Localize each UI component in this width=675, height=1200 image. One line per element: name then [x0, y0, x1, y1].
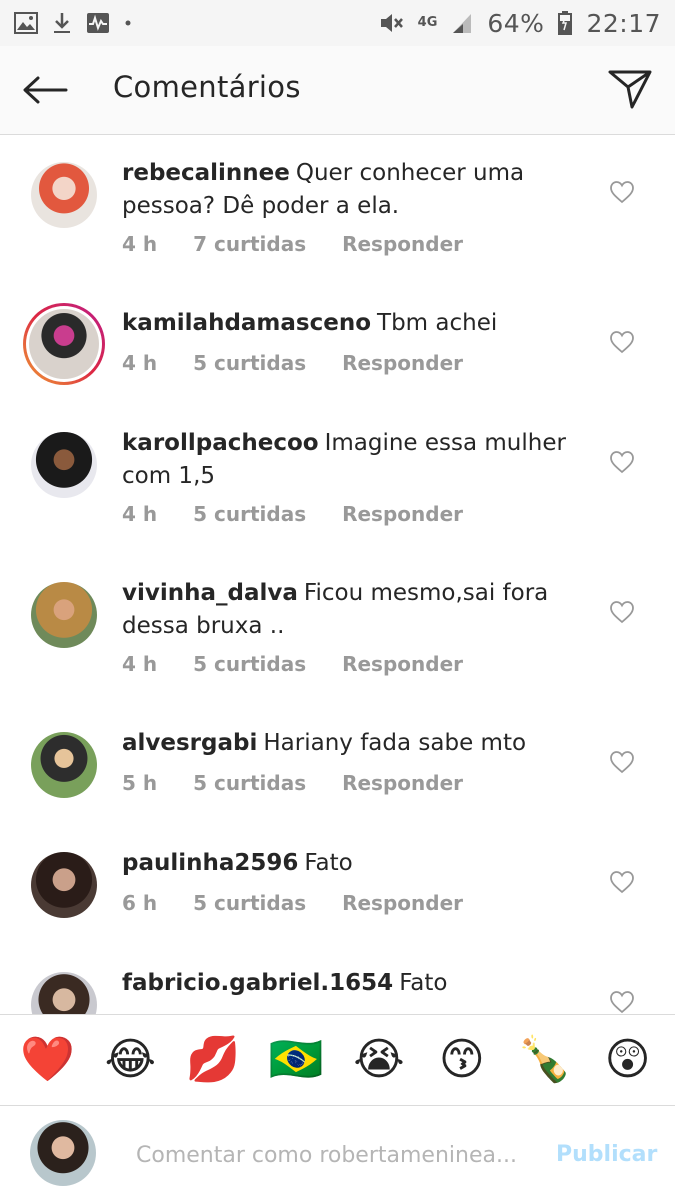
avatar[interactable] — [23, 303, 105, 385]
avatar[interactable] — [31, 852, 97, 918]
comment-time: 4 h — [122, 232, 158, 256]
avatar[interactable] — [31, 162, 97, 228]
comment-likes[interactable]: 5 curtidas — [193, 652, 306, 676]
reply-button[interactable]: Responder — [342, 891, 463, 915]
comments-list[interactable]: rebecalinnee Quer conhecer uma pessoa? Dê… — [0, 135, 675, 1015]
comment-likes[interactable]: 5 curtidas — [193, 502, 306, 526]
comment-time: 4 h — [122, 502, 158, 526]
network-type: 4G — [417, 15, 438, 30]
emoji-kiss-mark[interactable]: 💋 — [183, 1035, 243, 1085]
reply-button[interactable]: Responder — [342, 652, 463, 676]
comment-username[interactable]: alvesrgabi — [122, 730, 257, 756]
mute-icon — [378, 11, 404, 35]
comment-message: Tbm achei — [377, 310, 498, 336]
comment-message: Fato — [304, 850, 353, 876]
comment-meta: 4 h 7 curtidas Responder — [122, 232, 463, 256]
emoji-heart[interactable]: ❤️ — [17, 1035, 77, 1085]
comment-text: vivinha_dalva Ficou mesmo,sai fora dessa … — [122, 577, 592, 643]
comment-username[interactable]: rebecalinnee — [122, 160, 290, 186]
heart-icon[interactable] — [609, 450, 635, 474]
comment-input[interactable] — [134, 1134, 538, 1176]
back-button[interactable] — [20, 68, 70, 112]
comment-username[interactable]: karollpachecoo — [122, 430, 319, 456]
emoji-champagne[interactable]: 🍾 — [515, 1035, 575, 1085]
heart-icon[interactable] — [609, 600, 635, 624]
comment-text: karollpachecoo Imagine essa mulher com 1,… — [122, 427, 592, 493]
avatar[interactable] — [31, 432, 97, 498]
comment-message: Hariany fada sabe mto — [263, 730, 527, 756]
battery-percent: 64% — [487, 8, 545, 38]
comment-username[interactable]: kamilahdamasceno — [122, 310, 371, 336]
activity-icon — [86, 12, 110, 34]
comment-time: 6 h — [122, 891, 158, 915]
heart-icon[interactable] — [609, 990, 635, 1014]
comment-likes[interactable]: 5 curtidas — [193, 771, 306, 795]
comment-meta: 4 h 5 curtidas Responder — [122, 652, 463, 676]
comment-text: fabricio.gabriel.1654 Fato — [122, 967, 592, 1000]
heart-icon[interactable] — [609, 330, 635, 354]
heart-icon[interactable] — [609, 870, 635, 894]
comment-time: 4 h — [122, 652, 158, 676]
comment-time: 4 h — [122, 351, 158, 375]
comment-text: kamilahdamasceno Tbm achei — [122, 307, 592, 340]
paper-plane-icon — [608, 70, 652, 109]
header: Comentários — [0, 46, 675, 135]
comment-text: rebecalinnee Quer conhecer uma pessoa? Dê… — [122, 157, 592, 223]
comment-likes[interactable]: 7 curtidas — [193, 232, 306, 256]
comment-meta: 5 h 5 curtidas Responder — [122, 771, 463, 795]
emoji-quick-bar: ❤️ 😂 💋 🇧🇷 😭 😙 🍾 😲 — [0, 1014, 675, 1106]
comment-username[interactable]: paulinha2596 — [122, 850, 298, 876]
comment-username[interactable]: vivinha_dalva — [122, 580, 298, 606]
comment-text: paulinha2596 Fato — [122, 847, 592, 880]
download-icon — [52, 12, 72, 34]
status-bar-left — [14, 12, 132, 34]
reply-button[interactable]: Responder — [342, 771, 463, 795]
status-bar: 4G 64% 22:17 — [0, 0, 675, 46]
emoji-astonished[interactable]: 😲 — [598, 1035, 658, 1085]
comment-meta: 4 h 5 curtidas Responder — [122, 502, 463, 526]
image-icon — [14, 12, 38, 34]
heart-icon[interactable] — [609, 180, 635, 204]
comment-message: Fato — [399, 970, 448, 996]
comment-meta: 4 h 5 curtidas Responder — [122, 351, 463, 375]
battery-icon — [558, 11, 573, 35]
emoji-brazil-flag[interactable]: 🇧🇷 — [266, 1035, 326, 1085]
emoji-tears-of-joy[interactable]: 😂 — [100, 1035, 160, 1085]
comment-time: 5 h — [122, 771, 158, 795]
comment-composer: Publicar — [0, 1106, 675, 1200]
reply-button[interactable]: Responder — [342, 502, 463, 526]
comment-meta: 6 h 5 curtidas Responder — [122, 891, 463, 915]
share-button[interactable] — [607, 66, 653, 112]
emoji-crying[interactable]: 😭 — [349, 1035, 409, 1085]
publish-button[interactable]: Publicar — [556, 1142, 657, 1167]
avatar[interactable] — [31, 732, 97, 798]
reply-button[interactable]: Responder — [342, 351, 463, 375]
heart-icon[interactable] — [609, 750, 635, 774]
page-title: Comentários — [113, 70, 301, 104]
arrow-left-icon — [23, 76, 68, 104]
avatar — [30, 1120, 96, 1186]
avatar[interactable] — [31, 582, 97, 648]
comment-username[interactable]: fabricio.gabriel.1654 — [122, 970, 393, 996]
status-bar-right: 4G 64% 22:17 — [378, 9, 661, 38]
emoji-kissing[interactable]: 😙 — [432, 1035, 492, 1085]
comment-likes[interactable]: 5 curtidas — [193, 351, 306, 375]
comment-likes[interactable]: 5 curtidas — [193, 891, 306, 915]
avatar[interactable] — [31, 972, 97, 1015]
dot-icon — [124, 19, 132, 27]
reply-button[interactable]: Responder — [342, 232, 463, 256]
comment-text: alvesrgabi Hariany fada sabe mto — [122, 727, 592, 760]
signal-icon — [451, 12, 473, 34]
clock: 22:17 — [586, 8, 661, 38]
